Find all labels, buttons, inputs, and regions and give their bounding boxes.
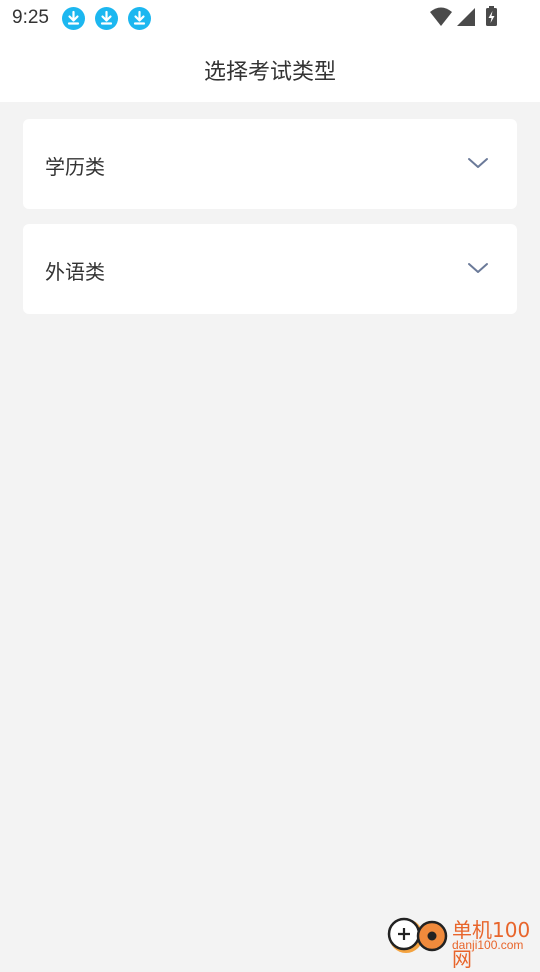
chevron-down-icon — [468, 158, 488, 168]
download-icon — [128, 7, 151, 30]
status-bar: 9:25 — [0, 0, 540, 36]
category-label: 学历类 — [45, 155, 105, 179]
category-card-academic[interactable]: 学历类 — [23, 119, 517, 209]
page-title: 选择考试类型 — [203, 60, 336, 85]
header: 选择考试类型 — [0, 36, 540, 102]
cell-signal-icon — [457, 8, 475, 26]
system-status-icons — [430, 6, 497, 26]
wifi-icon — [430, 7, 452, 26]
status-time: 9:25 — [12, 7, 49, 28]
watermark: 单机100网 danji100.com — [386, 912, 536, 971]
watermark-logo-icon — [387, 917, 448, 953]
category-label: 外语类 — [45, 260, 105, 284]
download-icon — [95, 7, 118, 30]
chevron-down-icon — [468, 263, 488, 273]
download-icon — [62, 7, 85, 30]
watermark-url: danji100.com — [452, 938, 524, 952]
category-card-language[interactable]: 外语类 — [23, 224, 517, 314]
battery-charging-icon — [486, 6, 497, 26]
